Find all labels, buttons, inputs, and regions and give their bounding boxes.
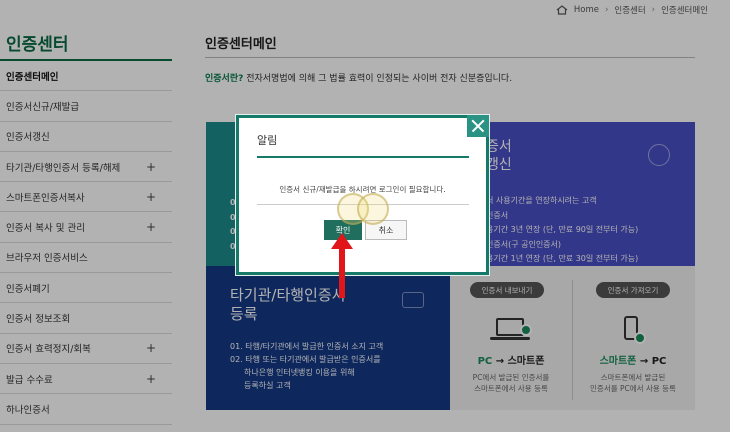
dialog-title: 알림 [257,134,278,147]
click-highlight [357,193,389,225]
arrow-pointer-icon [339,246,345,298]
close-icon[interactable] [467,115,489,137]
dialog-title-divider [257,156,469,158]
alert-dialog: 알림 인증서 신규/재발급을 하시려면 로그인이 필요합니다. 확인 취소 [236,115,489,275]
dialog-message: 인증서 신규/재발급을 하시려면 로그인이 필요합니다. [279,185,446,194]
